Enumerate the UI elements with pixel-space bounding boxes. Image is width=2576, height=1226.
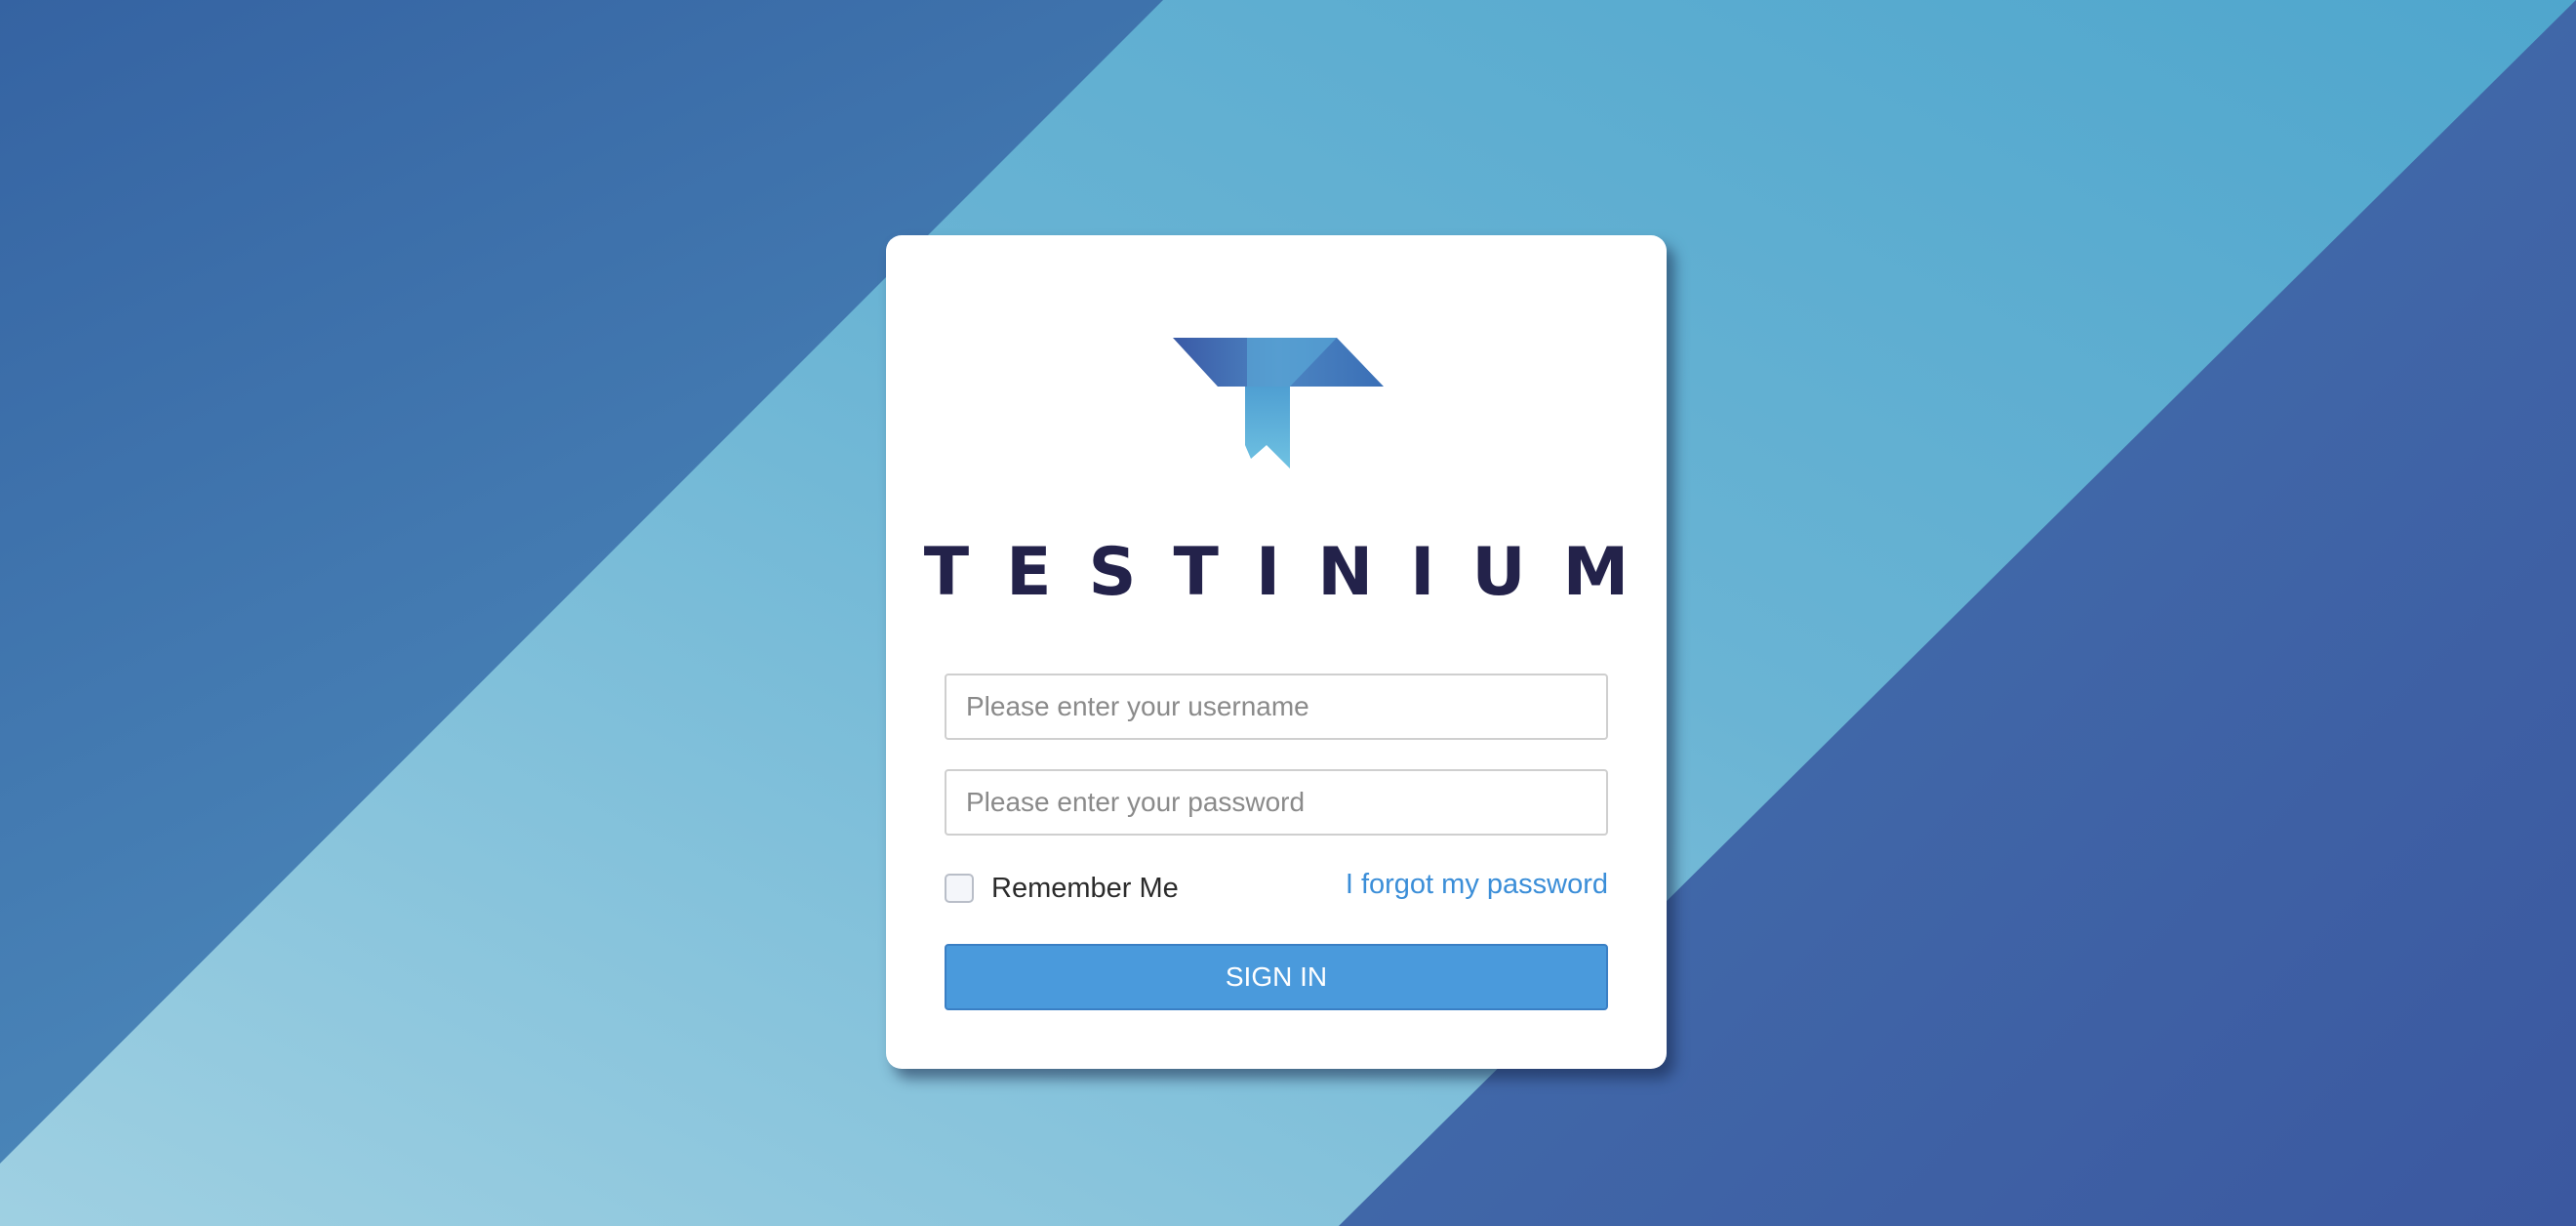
forgot-password-link[interactable]: I forgot my password [1346,866,1608,903]
password-input[interactable] [945,769,1608,836]
testinium-t-logo-icon [1173,338,1384,469]
brand-name: TESTINIUM [923,534,1667,611]
remember-me-checkbox[interactable] [945,874,974,903]
remember-me-toggle[interactable]: Remember Me [945,871,1179,906]
remember-me-label: Remember Me [991,872,1179,904]
sign-in-button[interactable]: SIGN IN [945,944,1608,1010]
username-input[interactable] [945,674,1608,740]
login-card: TESTINIUM Remember Me I forgot my passwo… [886,235,1667,1069]
